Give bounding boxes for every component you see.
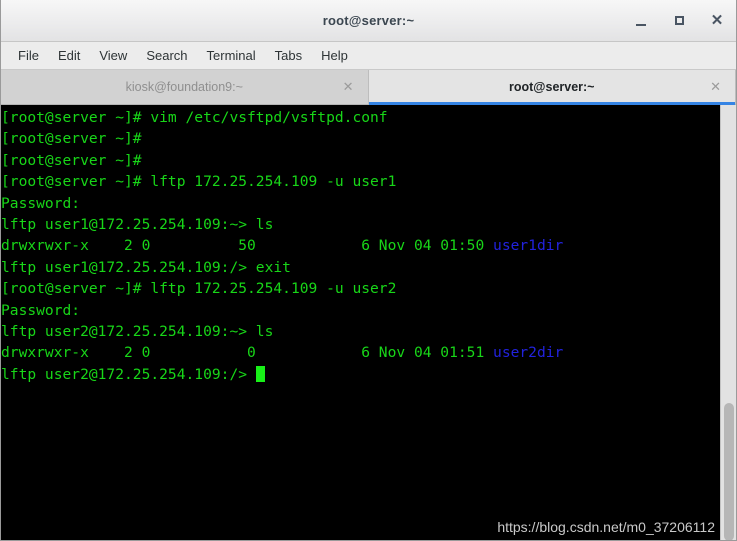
- menu-item-file[interactable]: File: [9, 45, 48, 66]
- vertical-scrollbar[interactable]: [720, 105, 736, 540]
- terminal-line: drwxrwxr-x 2 0 0 6 Nov 04 01:51 user2dir: [1, 342, 719, 363]
- tab-label: root@server:~: [509, 80, 595, 94]
- watermark-text: https://blog.csdn.net/m0_37206112: [497, 519, 715, 535]
- scrollbar-thumb[interactable]: [724, 403, 734, 540]
- terminal-line-text: drwxrwxr-x 2 0 50 6 Nov 04 01:50: [1, 237, 494, 255]
- menu-item-edit[interactable]: Edit: [49, 45, 89, 66]
- tab-root-server[interactable]: root@server:~ ✕: [368, 70, 736, 105]
- tab-label: kiosk@foundation9:~: [125, 80, 243, 94]
- terminal-line: [root@server ~]#: [1, 150, 719, 171]
- maximize-button[interactable]: [668, 10, 690, 32]
- menu-item-terminal[interactable]: Terminal: [198, 45, 265, 66]
- menu-item-tabs[interactable]: Tabs: [266, 45, 311, 66]
- terminal-cursor: [255, 365, 265, 382]
- terminal-line: [root@server ~]# lftp 172.25.254.109 -u …: [1, 171, 719, 192]
- terminal-line: lftp user2@172.25.254.109:/>: [1, 364, 719, 385]
- terminal-line: lftp user1@172.25.254.109:/> exit: [1, 257, 719, 278]
- terminal-line: Password:: [1, 193, 719, 214]
- minimize-button[interactable]: [630, 10, 652, 32]
- terminal-line: lftp user1@172.25.254.109:~> ls: [1, 214, 719, 235]
- close-icon: ✕: [710, 12, 724, 29]
- terminal-line-text: lftp user1@172.25.254.109:~> ls: [1, 215, 274, 233]
- terminal-line: Password:: [1, 300, 719, 321]
- close-button[interactable]: ✕: [706, 10, 728, 32]
- terminal-line-text: [root@server ~]# lftp 172.25.254.109 -u …: [1, 280, 397, 298]
- terminal-line-text: lftp user2@172.25.254.109:/>: [1, 365, 256, 383]
- window-title: root@server:~: [322, 13, 415, 28]
- terminal-line: [root@server ~]# vim /etc/vsftpd/vsftpd.…: [1, 107, 719, 128]
- terminal-line-text: [root@server ~]#: [1, 151, 142, 169]
- terminal-line: [root@server ~]#: [1, 128, 719, 149]
- terminal-line-text: [root@server ~]# vim /etc/vsftpd/vsftpd.…: [1, 109, 388, 126]
- menu-item-help[interactable]: Help: [312, 45, 357, 66]
- terminal-line-text: Password:: [1, 194, 81, 212]
- terminal-directory-name: user1dir: [493, 237, 564, 255]
- maximize-icon: [674, 16, 684, 25]
- terminal-line: [root@server ~]# lftp 172.25.254.109 -u …: [1, 278, 719, 299]
- window-controls: ✕: [630, 0, 728, 41]
- minimize-icon: [636, 24, 646, 26]
- terminal-line-text: [root@server ~]# lftp 172.25.254.109 -u …: [1, 173, 397, 191]
- tab-close-icon[interactable]: ✕: [710, 79, 721, 95]
- terminal-line: lftp user2@172.25.254.109:~> ls: [1, 321, 719, 342]
- terminal-line: drwxrwxr-x 2 0 50 6 Nov 04 01:50 user1di…: [1, 235, 719, 256]
- terminal-directory-name: user2dir: [493, 344, 564, 362]
- tab-bar: kiosk@foundation9:~ ✕ root@server:~ ✕: [1, 70, 736, 105]
- terminal-line-text: lftp user2@172.25.254.109:~> ls: [1, 322, 274, 340]
- terminal-text: [root@server ~]# vim /etc/vsftpd/vsftpd.…: [1, 107, 719, 385]
- tab-kiosk-foundation9[interactable]: kiosk@foundation9:~ ✕: [1, 70, 369, 104]
- menu-bar: File Edit View Search Terminal Tabs Help: [1, 42, 736, 70]
- title-bar: root@server:~ ✕: [1, 0, 736, 42]
- terminal-window: root@server:~ ✕ File Edit View Search Te…: [0, 0, 737, 541]
- terminal-output-area[interactable]: [root@server ~]# vim /etc/vsftpd/vsftpd.…: [1, 105, 736, 540]
- terminal-line-text: Password:: [1, 301, 81, 319]
- tab-close-icon[interactable]: ✕: [343, 79, 354, 95]
- menu-item-search[interactable]: Search: [137, 45, 196, 66]
- menu-item-view[interactable]: View: [90, 45, 136, 66]
- terminal-line-text: drwxrwxr-x 2 0 0 6 Nov 04 01:51: [1, 344, 494, 362]
- terminal-line-text: [root@server ~]#: [1, 130, 142, 148]
- terminal-line-text: lftp user1@172.25.254.109:/> exit: [1, 258, 291, 276]
